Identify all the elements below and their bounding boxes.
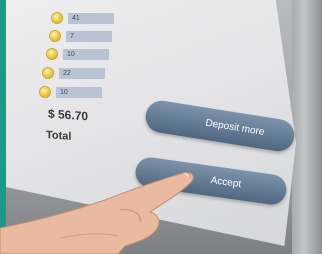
coin-icon	[47, 49, 57, 59]
coin-quantity: 10	[56, 86, 102, 98]
coin-row: 22	[43, 67, 105, 79]
kiosk-side-panel	[292, 0, 322, 254]
coin-quantity: 41	[68, 12, 114, 24]
coin-row: 41	[52, 12, 114, 24]
accept-label: Accept	[210, 175, 242, 191]
coin-icon	[43, 68, 53, 78]
coin-quantity: 10	[63, 48, 109, 60]
coin-quantity: 22	[59, 67, 105, 79]
total-label: Total	[46, 129, 72, 143]
coin-quantity: 7	[66, 30, 112, 42]
coin-row: 7	[50, 30, 112, 42]
coin-row: 10	[47, 48, 109, 60]
coin-row: 10	[40, 86, 102, 98]
total-amount: $ 56.70	[48, 106, 89, 124]
coin-icon	[40, 87, 50, 97]
coin-icon	[50, 31, 60, 41]
coin-icon	[52, 13, 62, 23]
